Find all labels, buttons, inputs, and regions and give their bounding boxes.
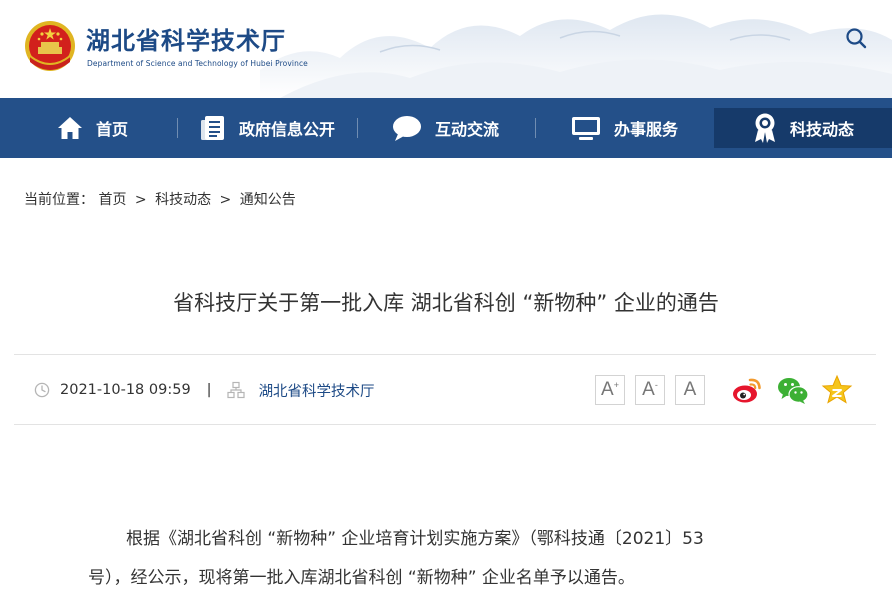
nav-item-government-info[interactable]: 政府信息公开 xyxy=(192,98,342,158)
breadcrumb-link-notices[interactable]: 通知公告 xyxy=(240,192,296,208)
award-ribbon-icon xyxy=(754,113,775,143)
article-title: 省科技厅关于第一批入库 湖北省科创 “新物种” 企业的通告 xyxy=(173,291,719,315)
breadcrumb-link-tech-news[interactable]: 科技动态 xyxy=(155,192,211,208)
font-size-increase-mark: + xyxy=(613,380,619,390)
weibo-icon[interactable] xyxy=(730,373,764,407)
breadcrumb-prefix: 当前位置： xyxy=(24,192,94,208)
nav-separator xyxy=(357,118,358,138)
font-size-reset-button[interactable]: A xyxy=(675,375,705,405)
font-size-decrease-button[interactable]: A- xyxy=(635,375,665,405)
article-paragraph-line: 号），经公示，现将第一批入库湖北省科创 “新物种” 企业名单予以通告。 xyxy=(88,568,635,588)
font-size-decrease-mark: - xyxy=(654,380,658,390)
monitor-icon xyxy=(571,117,600,140)
meta-divider: | xyxy=(206,382,212,398)
font-size-reset-label: A xyxy=(683,379,697,400)
breadcrumb-separator: > xyxy=(134,192,147,208)
nav-label-services: 办事服务 xyxy=(613,120,678,139)
site-name[interactable]: 湖北省科学技术厅 xyxy=(86,21,286,56)
nav-item-home[interactable]: 首页 xyxy=(44,98,140,158)
document-list-icon xyxy=(200,116,224,140)
breadcrumb-separator: > xyxy=(219,192,232,208)
nav-item-tech-news[interactable]: 科技动态 xyxy=(714,108,892,148)
org-chart-icon xyxy=(226,381,245,399)
font-size-increase-button[interactable]: A+ xyxy=(595,375,625,405)
nav-item-services[interactable]: 办事服务 xyxy=(566,98,682,158)
chat-bubble-icon xyxy=(392,116,421,141)
nav-label-tech-news: 科技动态 xyxy=(789,120,854,139)
main-nav: 首页 政府信息公开 互动交流 办事服务 科技动态 xyxy=(0,98,892,158)
search-icon[interactable] xyxy=(844,26,868,50)
nav-label-interaction: 互动交流 xyxy=(434,120,499,139)
nav-label-government-info: 政府信息公开 xyxy=(238,120,335,139)
nav-separator xyxy=(535,118,536,138)
divider-line xyxy=(14,424,876,425)
site-header: 湖北省科学技术厅 Department of Science and Techn… xyxy=(0,0,892,98)
star-icon[interactable] xyxy=(820,373,854,407)
breadcrumb: 当前位置： 首页 > 科技动态 > 通知公告 xyxy=(24,189,296,209)
clock-icon xyxy=(34,382,50,398)
article-source: 湖北省科学技术厅 xyxy=(258,383,375,400)
font-size-increase-label: A xyxy=(601,379,614,400)
publish-datetime: 2021-10-18 09:59 xyxy=(60,382,191,398)
national-emblem-icon xyxy=(25,21,75,71)
divider-line xyxy=(14,354,876,355)
article-paragraph-line: 根据《湖北省科创 “新物种” 企业培育计划实施方案》（鄂科技通〔2021〕53 xyxy=(126,529,704,549)
header-mountain-background xyxy=(260,14,892,98)
font-size-decrease-label: A xyxy=(642,379,655,400)
nav-label-home: 首页 xyxy=(95,120,128,139)
site-subtitle: Department of Science and Technology of … xyxy=(87,59,308,68)
nav-separator xyxy=(177,118,178,138)
wechat-icon[interactable] xyxy=(776,373,810,407)
article-meta: 2021-10-18 09:59 | 湖北省科学技术厅 xyxy=(34,378,375,402)
breadcrumb-link-home[interactable]: 首页 xyxy=(98,192,126,208)
nav-item-interaction[interactable]: 互动交流 xyxy=(386,98,504,158)
home-icon xyxy=(57,117,82,139)
